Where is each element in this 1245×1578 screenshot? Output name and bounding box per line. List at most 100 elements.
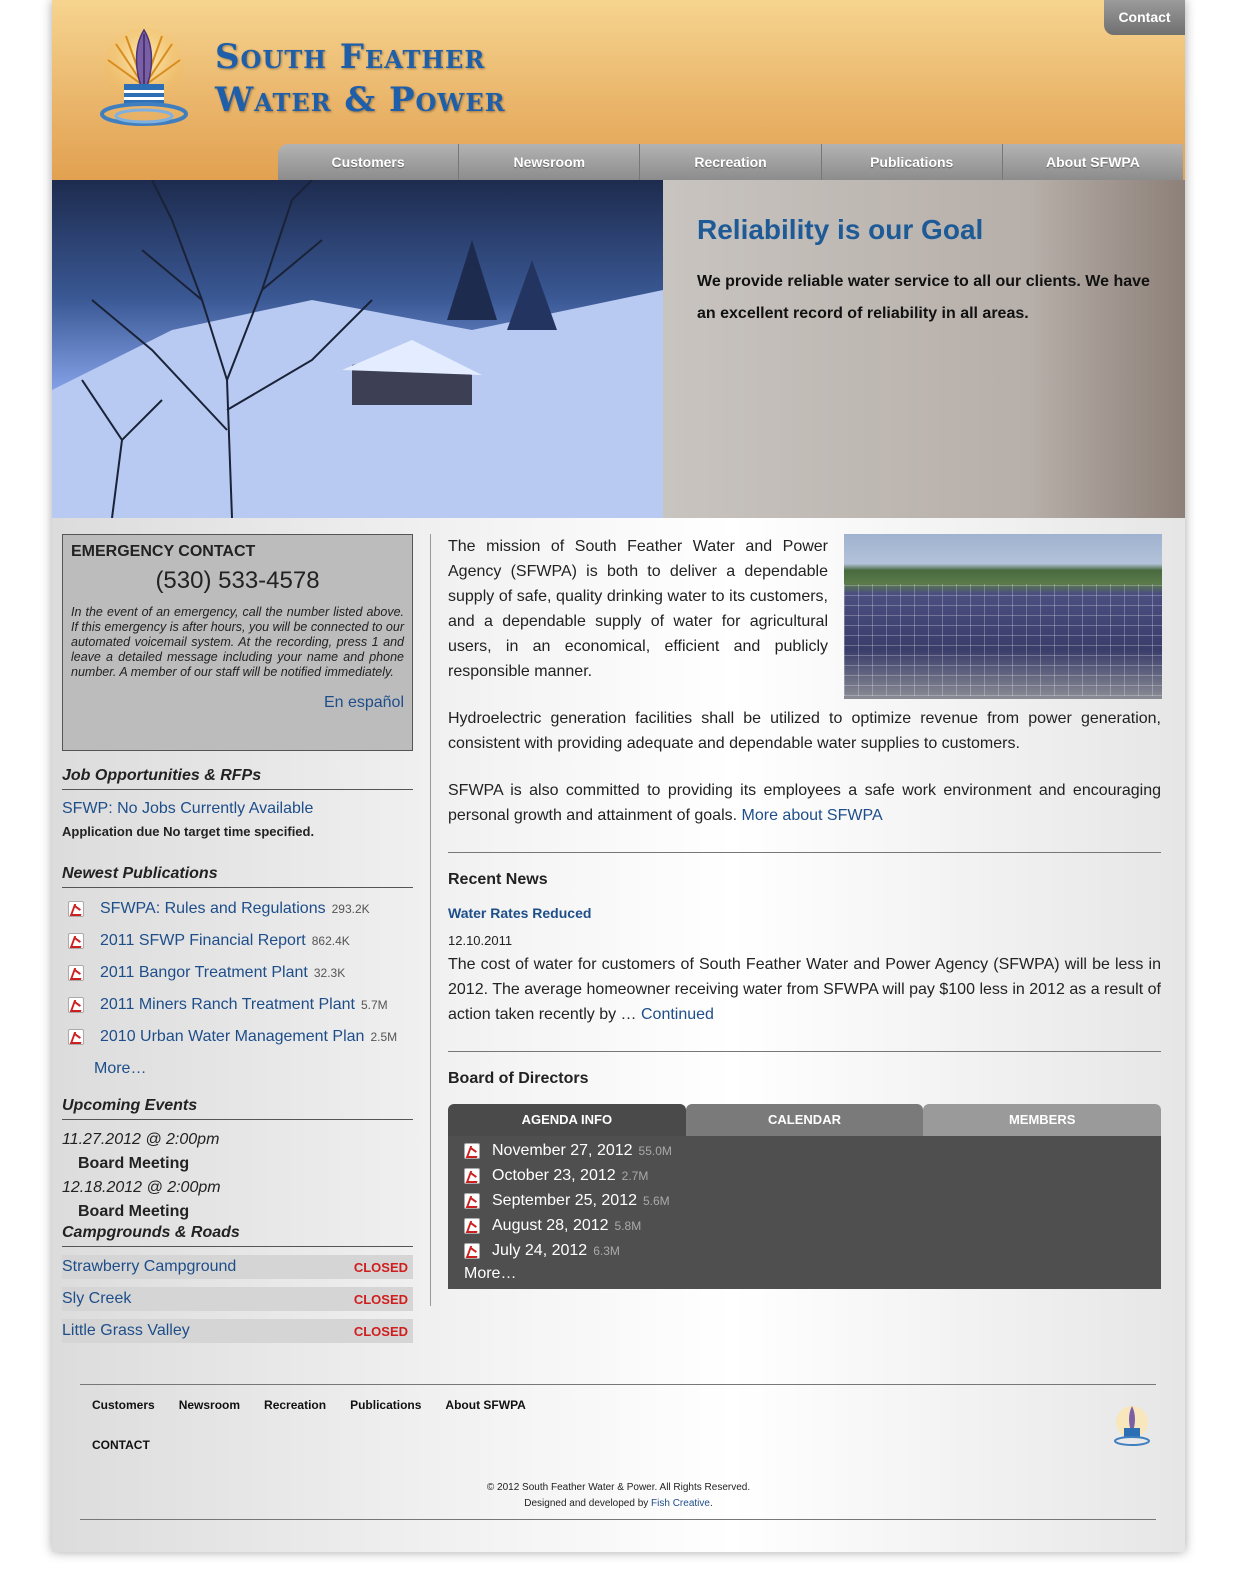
file-size: 6.3M	[593, 1243, 620, 1258]
pdf-icon	[68, 1029, 84, 1045]
nav-newsroom[interactable]: Newsroom	[459, 144, 641, 180]
publications-section: Newest Publications SFWPA: Rules and Reg…	[62, 865, 413, 1085]
file-size: 32.3K	[313, 966, 346, 980]
pdf-icon	[68, 901, 84, 917]
pdf-icon	[464, 1167, 480, 1184]
agenda-link[interactable]: November 27, 2012	[492, 1142, 633, 1160]
file-size: 5.6M	[643, 1193, 670, 1208]
agenda-item[interactable]: August 28, 2012 5.8M	[464, 1213, 1145, 1238]
nav-recreation[interactable]: Recreation	[640, 144, 822, 180]
agenda-link[interactable]: October 23, 2012	[492, 1167, 616, 1185]
hero-panel: Reliability is our Goal We provide relia…	[663, 180, 1185, 518]
pdf-icon	[464, 1142, 480, 1159]
solar-panels-image	[844, 534, 1162, 699]
agenda-item[interactable]: October 23, 2012 2.7M	[464, 1163, 1145, 1188]
publication-item[interactable]: 2011 Bangor Treatment Plant 32.3K	[62, 957, 413, 989]
publication-item[interactable]: 2011 Miners Ranch Treatment Plant 5.7M	[62, 989, 413, 1021]
footer-nav-publications[interactable]: Publications	[350, 1398, 421, 1412]
footer-nav: Customers Newsroom Recreation Publicatio…	[92, 1398, 526, 1412]
news-body: The cost of water for customers of South…	[448, 952, 1161, 1027]
tab-members[interactable]: MEMBERS	[923, 1104, 1162, 1136]
news-headline-link[interactable]: Water Rates Reduced	[448, 905, 1161, 921]
pdf-icon	[68, 933, 84, 949]
campgrounds-title: Campgrounds & Roads	[62, 1224, 413, 1247]
hero-text: We provide reliable water service to all…	[697, 273, 1150, 322]
campground-row[interactable]: Little Grass Valley CLOSED	[62, 1319, 413, 1343]
file-size: 862.4K	[311, 934, 350, 948]
campground-link[interactable]: Little Grass Valley	[62, 1322, 190, 1340]
recent-news-title: Recent News	[448, 871, 548, 888]
campground-link[interactable]: Sly Creek	[62, 1290, 131, 1308]
logo-line-1: South Feather	[215, 37, 486, 77]
mission-paragraph: The mission of South Feather Water and P…	[448, 538, 828, 680]
status-badge: CLOSED	[353, 1291, 408, 1307]
agenda-item[interactable]: November 27, 2012 55.0M	[464, 1138, 1145, 1163]
publication-item[interactable]: 2010 Urban Water Management Plan 2.5M	[62, 1021, 413, 1053]
hero-title: Reliability is our Goal	[697, 214, 984, 245]
footer-nav-recreation[interactable]: Recreation	[264, 1398, 326, 1412]
event-name[interactable]: Board Meeting	[62, 1152, 413, 1176]
nav-customers[interactable]: Customers	[278, 144, 460, 180]
agenda-item[interactable]: July 24, 2012 6.3M	[464, 1238, 1145, 1263]
news-date: 12.10.2011	[448, 933, 513, 948]
publications-title: Newest Publications	[62, 865, 413, 888]
campground-row[interactable]: Sly Creek CLOSED	[62, 1287, 413, 1311]
events-section: Upcoming Events 11.27.2012 @ 2:00pm Boar…	[62, 1097, 413, 1224]
pdf-icon	[464, 1242, 480, 1259]
copyright-text: © 2012 South Feather Water & Power. All …	[486, 1482, 751, 1493]
spanish-link[interactable]: En español	[71, 694, 404, 712]
event-date: 12.18.2012 @ 2:00pm	[62, 1179, 221, 1196]
page: South Feather Water & Power Contact Cust…	[52, 0, 1185, 1552]
footer-contact-link[interactable]: CONTACT	[92, 1438, 150, 1452]
jobs-section: Job Opportunities & RFPs SFWP: No Jobs C…	[62, 767, 413, 839]
footer-nav-about[interactable]: About SFWPA	[445, 1398, 525, 1412]
footer-logo-icon[interactable]	[1112, 1404, 1152, 1450]
agenda-link[interactable]: August 28, 2012	[492, 1217, 609, 1235]
nav-about[interactable]: About SFWPA	[1003, 144, 1183, 180]
tab-agenda-info[interactable]: AGENDA INFO	[448, 1104, 686, 1136]
publication-item[interactable]: 2011 SFWP Financial Report 862.4K	[62, 925, 413, 957]
job-link[interactable]: SFWP: No Jobs Currently Available	[62, 800, 413, 818]
footer-nav-customers[interactable]: Customers	[92, 1398, 155, 1412]
file-size: 2.5M	[370, 1030, 398, 1044]
publication-link[interactable]: 2011 Bangor Treatment Plant	[100, 964, 308, 982]
nav-publications[interactable]: Publications	[822, 144, 1003, 180]
job-note: Application due No target time specified…	[62, 824, 315, 839]
event-name[interactable]: Board Meeting	[62, 1200, 413, 1224]
column-divider	[430, 534, 431, 1306]
contact-button[interactable]: Contact	[1104, 0, 1185, 35]
designed-by: Designed and developed by Fish Creative.	[524, 1498, 713, 1509]
logo-feather-icon[interactable]	[96, 26, 192, 136]
more-about-link[interactable]: More about SFWPA	[742, 807, 883, 824]
logo-line-2: Water & Power	[215, 80, 506, 120]
continued-link[interactable]: Continued	[641, 1006, 714, 1023]
publication-link[interactable]: SFWPA: Rules and Regulations	[100, 900, 326, 918]
agenda-item[interactable]: September 25, 2012 5.6M	[464, 1188, 1145, 1213]
agenda-link[interactable]: September 25, 2012	[492, 1192, 637, 1210]
pdf-icon	[464, 1217, 480, 1234]
footer-divider-top	[80, 1384, 1156, 1385]
file-size: 5.8M	[614, 1218, 642, 1233]
pdf-icon	[464, 1192, 480, 1209]
agenda-link[interactable]: July 24, 2012	[492, 1242, 587, 1260]
campground-row[interactable]: Strawberry Campground CLOSED	[62, 1255, 413, 1279]
site-logo-text[interactable]: South Feather Water & Power	[215, 36, 506, 122]
campground-link[interactable]: Strawberry Campground	[62, 1258, 236, 1276]
agenda-more-link[interactable]: More…	[464, 1263, 1145, 1287]
footer-nav-newsroom[interactable]: Newsroom	[179, 1398, 240, 1412]
designer-link[interactable]: Fish Creative	[651, 1498, 710, 1509]
publications-more-link[interactable]: More…	[62, 1053, 413, 1085]
divider	[448, 1051, 1161, 1052]
publication-link[interactable]: 2011 SFWP Financial Report	[100, 932, 306, 950]
pdf-icon	[68, 997, 84, 1013]
tab-calendar[interactable]: CALENDAR	[685, 1104, 924, 1136]
publication-link[interactable]: 2010 Urban Water Management Plan	[100, 1028, 364, 1046]
campgrounds-section: Campgrounds & Roads Strawberry Campgroun…	[62, 1224, 413, 1343]
board-tabs: AGENDA INFO CALENDAR MEMBERS	[448, 1104, 1162, 1136]
publication-link[interactable]: 2011 Miners Ranch Treatment Plant	[100, 996, 355, 1014]
publication-item[interactable]: SFWPA: Rules and Regulations 293.2K	[62, 893, 413, 925]
site-header: South Feather Water & Power Contact Cust…	[52, 0, 1185, 180]
jobs-title: Job Opportunities & RFPs	[62, 767, 413, 790]
main-content: The mission of South Feather Water and P…	[448, 534, 1162, 1289]
file-size: 5.7M	[360, 998, 388, 1012]
